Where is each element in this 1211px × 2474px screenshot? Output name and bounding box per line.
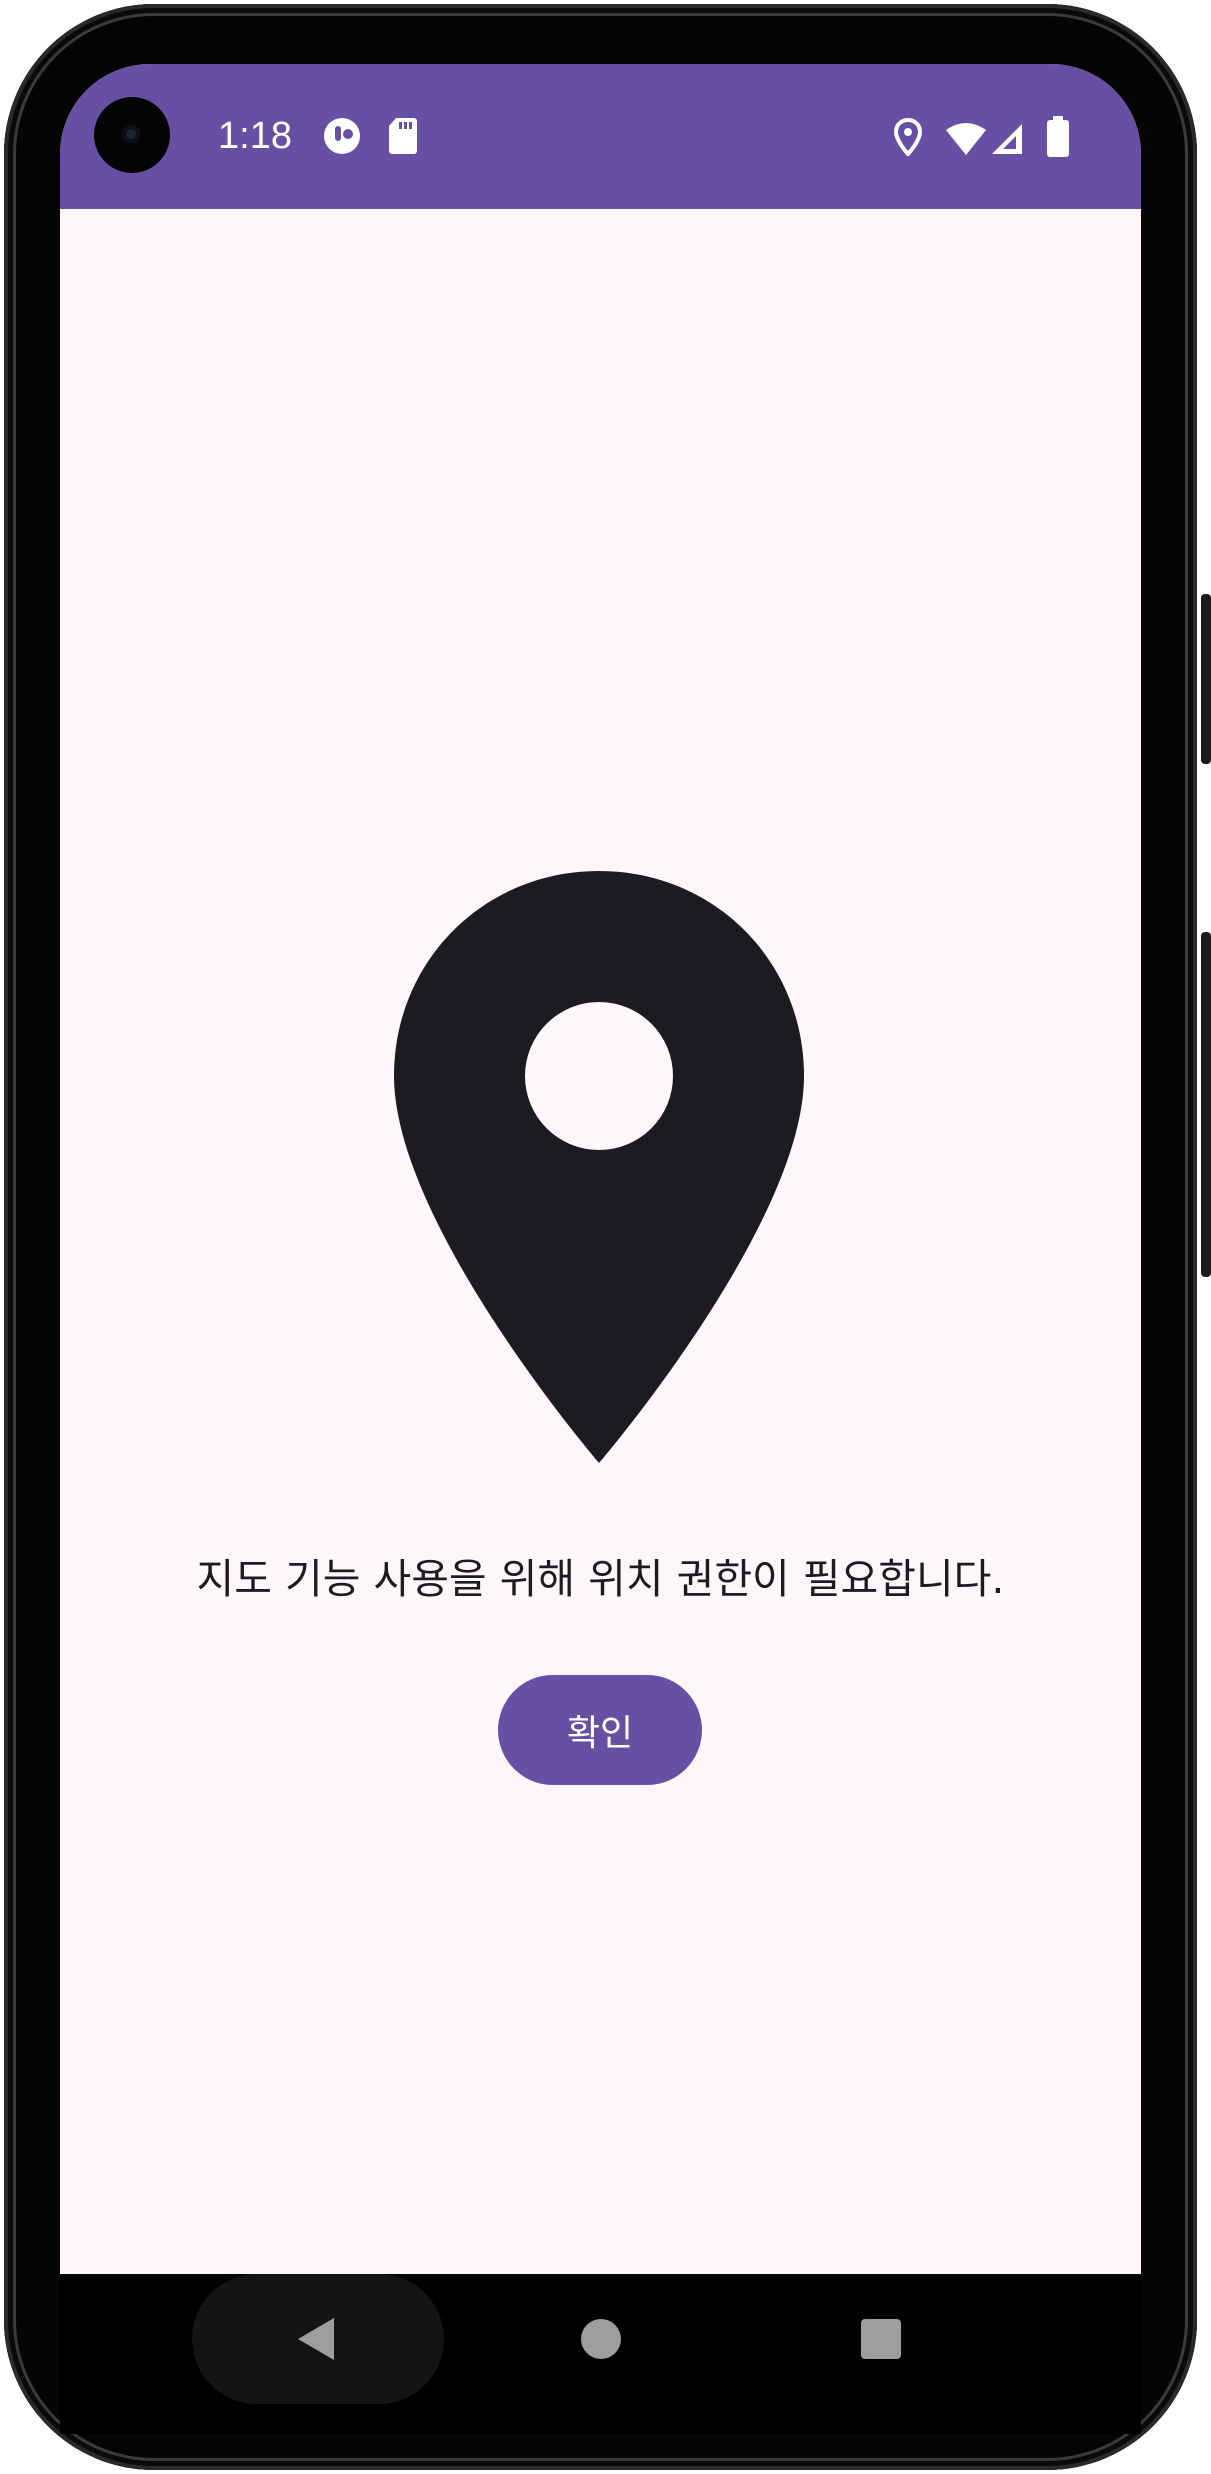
wifi-icon (946, 123, 986, 155)
location-icon (894, 118, 922, 156)
status-time: 1:18 (218, 115, 292, 157)
battery-icon (1047, 116, 1069, 157)
notification-app-icon (324, 118, 360, 154)
power-button (1201, 594, 1211, 764)
screen: 1:18 지도 기능 사용을 위해 위치 권한이 필요합니다. 확인 (60, 64, 1141, 2274)
permission-message: 지도 기능 사용을 위해 위치 권한이 필요합니다. (196, 1555, 1005, 1603)
location-pin-icon (394, 871, 804, 1463)
back-icon[interactable] (296, 2316, 336, 2362)
phone-device: 1:18 지도 기능 사용을 위해 위치 권한이 필요합니다. 확인 (0, 0, 1211, 2474)
front-camera (94, 97, 170, 173)
sd-card-icon (389, 118, 417, 154)
confirm-button[interactable]: 확인 (498, 1675, 702, 1785)
signal-icon (992, 124, 1022, 154)
volume-button (1201, 932, 1211, 1277)
status-bar: 1:18 (60, 64, 1141, 209)
camera-lens (122, 125, 140, 143)
recents-icon[interactable] (860, 2318, 902, 2360)
navigation-bar (60, 2274, 1141, 2434)
home-icon[interactable] (580, 2318, 622, 2360)
permission-screen: 지도 기능 사용을 위해 위치 권한이 필요합니다. 확인 (60, 209, 1141, 2274)
